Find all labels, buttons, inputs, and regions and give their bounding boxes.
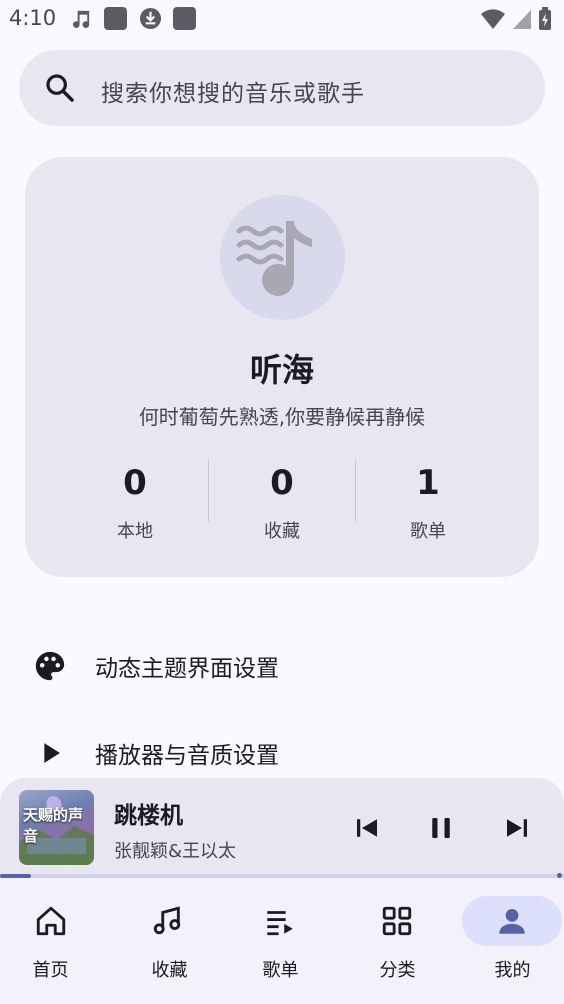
playlist-icon xyxy=(267,911,293,936)
stat-label: 本地 xyxy=(117,521,153,542)
track-artist: 张靓颖&王以太 xyxy=(114,841,237,862)
skip-previous-icon[interactable] xyxy=(352,813,382,843)
setting-label: 动态主题界面设置 xyxy=(95,656,279,682)
stat-local[interactable]: 0 本地 xyxy=(62,461,208,543)
mini-player[interactable]: 天赐的声音 跳楼机 张靓颖&王以太 xyxy=(0,778,564,878)
nav-label: 分类 xyxy=(379,960,416,981)
nav-item-mine[interactable]: 我的 xyxy=(452,878,564,1004)
nav-label: 歌单 xyxy=(262,960,299,981)
music-waves-icon xyxy=(236,221,312,296)
track-title: 跳楼机 xyxy=(114,803,183,829)
album-cover[interactable]: 天赐的声音 xyxy=(19,790,94,865)
stat-label: 收藏 xyxy=(264,521,300,542)
setting-dynamic-theme[interactable]: 动态主题界面设置 xyxy=(0,631,564,701)
stat-value: 1 xyxy=(416,463,440,503)
music-note-icon xyxy=(153,906,181,935)
wifi-icon xyxy=(481,9,505,29)
nav-item-playlists[interactable]: 歌单 xyxy=(226,878,339,1004)
nav-label: 收藏 xyxy=(151,960,188,981)
status-time: 4:10 xyxy=(9,6,57,30)
profile-name: 听海 xyxy=(249,351,314,389)
status-bar: 4:10 xyxy=(0,0,564,38)
stat-label: 歌单 xyxy=(410,521,446,542)
stat-playlists[interactable]: 1 歌单 xyxy=(355,461,501,543)
battery-charging-icon xyxy=(539,7,551,30)
search-icon[interactable] xyxy=(44,72,76,104)
pause-icon[interactable] xyxy=(426,813,456,843)
stat-favorites[interactable]: 0 收藏 xyxy=(209,461,355,543)
home-icon xyxy=(36,906,66,936)
person-icon xyxy=(499,908,525,934)
nav-item-favorites[interactable]: 收藏 xyxy=(113,878,226,1004)
nav-label: 首页 xyxy=(32,960,69,981)
play-icon xyxy=(44,743,60,763)
nav-item-categories[interactable]: 分类 xyxy=(339,878,452,1004)
avatar[interactable] xyxy=(220,195,345,320)
cell-signal-icon xyxy=(513,10,531,29)
setting-label: 播放器与音质设置 xyxy=(95,743,279,769)
palette-icon xyxy=(35,651,65,681)
stat-value: 0 xyxy=(123,463,147,503)
stat-value: 0 xyxy=(270,463,294,503)
download-icon xyxy=(139,7,162,30)
skip-next-icon[interactable] xyxy=(502,813,532,843)
grid-icon xyxy=(382,906,412,936)
search-bar[interactable]: 搜索你想搜的音乐或歌手 xyxy=(19,50,545,126)
profile-signature: 何时葡萄先熟透,你要静候再静候 xyxy=(138,405,426,429)
app-square-icon xyxy=(173,7,196,30)
search-input[interactable]: 搜索你想搜的音乐或歌手 xyxy=(101,74,365,108)
nav-label: 我的 xyxy=(494,960,531,981)
bottom-navigation: 首页 收藏 歌单 分类 我的 xyxy=(0,878,564,1004)
app-square-icon xyxy=(104,7,127,30)
cover-text: 天赐的声音 xyxy=(23,806,84,845)
profile-card: 听海 何时葡萄先熟透,你要静候再静候 0 本地 0 收藏 1 歌单 xyxy=(25,157,539,577)
nav-item-home[interactable]: 首页 xyxy=(0,878,113,1004)
music-note-icon xyxy=(72,10,90,28)
